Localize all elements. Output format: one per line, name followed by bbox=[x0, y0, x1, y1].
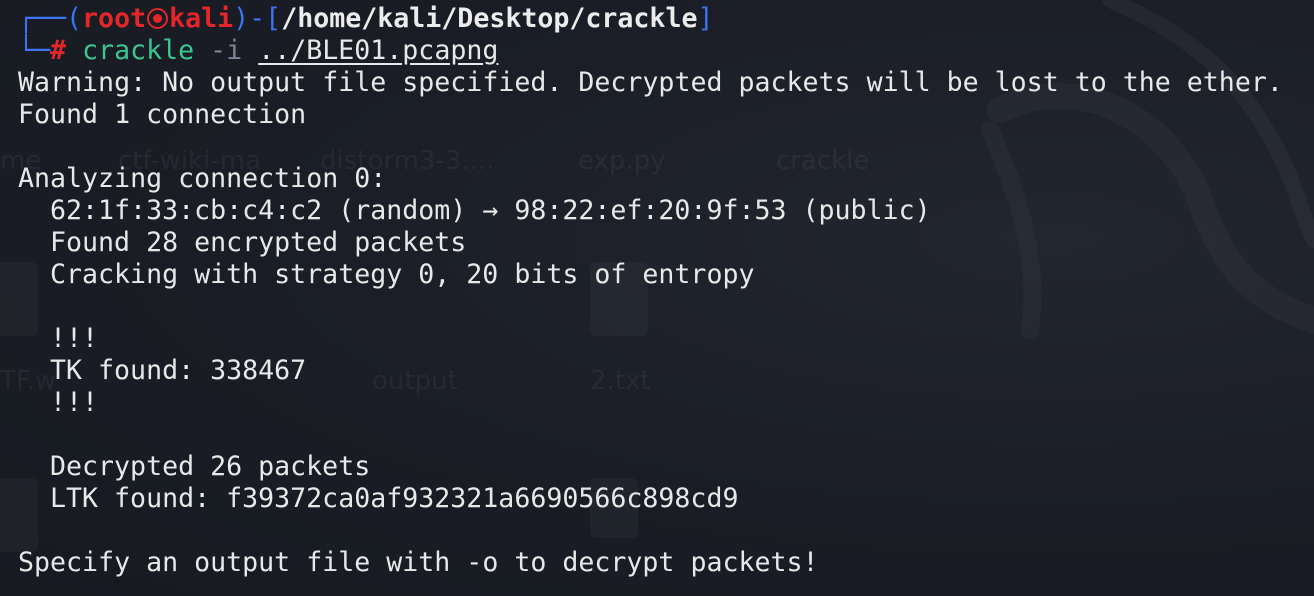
prompt-close-bracket: ] bbox=[697, 3, 714, 34]
command-line[interactable]: └─# crackle -i ../BLE01.pcapng bbox=[18, 35, 1314, 67]
prompt-corner-bottom: └─ bbox=[18, 35, 51, 66]
output-bang-close: !!! bbox=[50, 387, 99, 418]
prompt-hash: # bbox=[50, 35, 67, 66]
output-encrypted-packets: Found 28 encrypted packets bbox=[50, 227, 467, 258]
prompt-separator: )-[ bbox=[233, 3, 282, 34]
output-decrypted: Decrypted 26 packets bbox=[50, 451, 371, 482]
output-strategy: Cracking with strategy 0, 20 bits of ent… bbox=[50, 259, 755, 290]
prompt-user: root bbox=[82, 3, 147, 34]
output-tk-found: TK found: 338467 bbox=[50, 355, 307, 386]
output-connection-pair: 62:1f:33:cb:c4:c2 (random) → 98:22:ef:20… bbox=[50, 195, 931, 226]
output-ltk-found: LTK found: f39372ca0af932321a6690566c898… bbox=[50, 483, 739, 514]
terminal-output[interactable]: ┌──(root kali)-[/home/kali/Desktop/crackl… bbox=[18, 3, 1314, 579]
prompt-cwd: /home/kali/Desktop/crackle bbox=[281, 3, 698, 34]
output-bang-open: !!! bbox=[50, 323, 99, 354]
command-flag: -i bbox=[210, 35, 243, 66]
output-hint: Specify an output file with -o to decryp… bbox=[18, 547, 819, 578]
output-analyzing: Analyzing connection 0: bbox=[18, 163, 387, 194]
prompt-corner-top: ┌──( bbox=[18, 3, 83, 34]
prompt-line: ┌──(root kali)-[/home/kali/Desktop/crackl… bbox=[18, 3, 1314, 35]
command-name: crackle bbox=[82, 35, 195, 66]
terminal-window[interactable]: me ctf-wiki-ma distorm3-3.... exp.py cra… bbox=[0, 0, 1314, 596]
output-found-connections: Found 1 connection bbox=[18, 99, 307, 130]
prompt-host: kali bbox=[169, 3, 234, 34]
kali-skull-icon bbox=[147, 8, 169, 29]
command-argument: ../BLE01.pcapng bbox=[258, 35, 499, 66]
output-warning: Warning: No output file specified. Decry… bbox=[18, 67, 1283, 98]
